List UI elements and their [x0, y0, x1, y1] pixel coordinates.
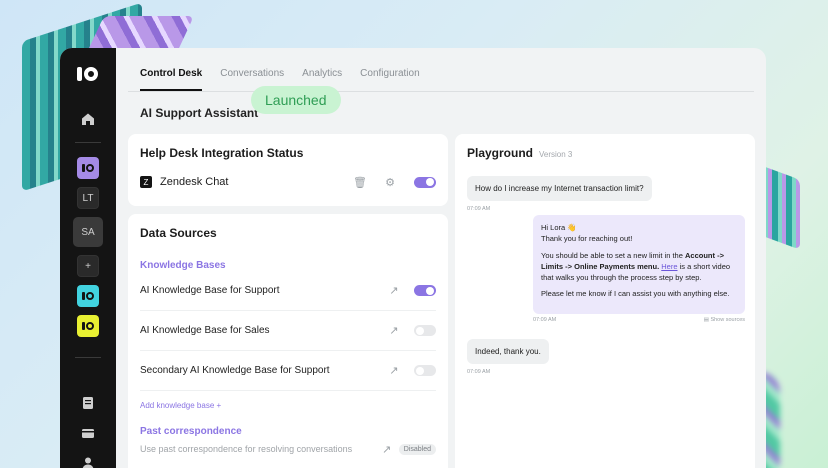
- integration-row: Z Zendesk Chat 🗑 ⚙: [140, 176, 436, 189]
- workspace-logo-yellow[interactable]: [77, 315, 99, 337]
- side-rail: LT SA +: [60, 48, 116, 468]
- user-message: Indeed, thank you.: [467, 339, 549, 365]
- past-correspondence-row: Use past correspondence for resolving co…: [140, 443, 436, 456]
- rail-divider: [75, 142, 101, 143]
- workspace-logo-cyan[interactable]: [77, 285, 99, 307]
- disabled-badge: Disabled: [398, 443, 436, 455]
- rail-bottom: [60, 388, 116, 468]
- integration-name: Zendesk Chat: [160, 176, 229, 188]
- kb-toggle[interactable]: [414, 365, 436, 376]
- playground-title: Playground: [467, 146, 534, 160]
- playground-header: Playground Version 3: [467, 146, 743, 160]
- past-correspondence-heading: Past correspondence: [140, 426, 242, 437]
- zendesk-icon: Z: [140, 176, 152, 188]
- list-item: AI Knowledge Base for Support ↗: [140, 271, 436, 311]
- message-timestamp: 07:09 AM: [467, 206, 491, 212]
- workspace-sa[interactable]: SA: [73, 217, 103, 247]
- kb-label: AI Knowledge Base for Sales: [140, 325, 270, 336]
- home-icon[interactable]: [81, 112, 95, 126]
- list-item: AI Knowledge Base for Sales ↗: [140, 311, 436, 351]
- workspace-lt[interactable]: LT: [77, 187, 99, 209]
- external-link-icon[interactable]: ↗: [388, 325, 400, 337]
- user-icon[interactable]: [81, 456, 95, 468]
- show-sources-button[interactable]: ▤ Show sources: [704, 317, 745, 323]
- external-link-icon[interactable]: ↗: [381, 443, 393, 456]
- video-link[interactable]: Here: [661, 262, 677, 271]
- tab-bar: Control Desk Conversations Analytics Con…: [128, 48, 754, 92]
- card-icon[interactable]: [81, 426, 95, 440]
- tab-control-desk[interactable]: Control Desk: [140, 68, 203, 91]
- integration-card: Help Desk Integration Status Z Zendesk C…: [128, 134, 448, 206]
- kb-label: Secondary AI Knowledge Base for Support: [140, 365, 330, 376]
- integration-toggle[interactable]: [414, 176, 436, 188]
- external-link-icon[interactable]: ↗: [388, 365, 400, 377]
- add-knowledge-base-button[interactable]: Add knowledge base +: [140, 401, 436, 410]
- add-workspace-button[interactable]: +: [77, 255, 99, 277]
- rail-divider: [75, 357, 101, 358]
- message-timestamp: 07:09 AM: [467, 369, 491, 376]
- playground-card: Playground Version 3 How do I increase m…: [455, 134, 755, 468]
- kb-toggle[interactable]: [414, 285, 436, 296]
- app-logo[interactable]: [77, 66, 99, 82]
- version-label: Version 3: [539, 150, 573, 159]
- past-correspondence-desc: Use past correspondence for resolving co…: [140, 444, 353, 454]
- message-timestamp: 07:09 AM: [533, 317, 557, 324]
- bot-greeting: Hi Lora 👋 Thank you for reaching out!: [541, 223, 633, 243]
- trash-icon[interactable]: 🗑: [353, 176, 367, 189]
- kb-label: AI Knowledge Base for Support: [140, 285, 280, 296]
- integration-title: Help Desk Integration Status: [140, 146, 304, 160]
- document-icon[interactable]: [81, 396, 95, 410]
- data-sources-card: Data Sources Knowledge Bases AI Knowledg…: [128, 214, 448, 468]
- tab-configuration[interactable]: Configuration: [360, 68, 419, 91]
- bot-closing: Please let me know if I can assist you w…: [541, 289, 730, 299]
- page-title: AI Support Assistant: [140, 106, 259, 120]
- list-item: Secondary AI Knowledge Base for Support …: [140, 351, 436, 391]
- bot-message: Hi Lora 👋 Thank you for reaching out! You…: [533, 215, 745, 315]
- workspace-logo-purple[interactable]: [77, 157, 99, 179]
- app-window: LT SA + Control Desk Conversations Analy…: [60, 48, 766, 468]
- knowledge-bases-heading: Knowledge Bases: [140, 260, 226, 271]
- external-link-icon[interactable]: ↗: [388, 285, 400, 297]
- user-message: How do I increase my Internet transactio…: [467, 176, 652, 201]
- status-badge: Launched: [251, 86, 341, 114]
- main-area: Control Desk Conversations Analytics Con…: [116, 48, 766, 468]
- kb-toggle[interactable]: [414, 325, 436, 336]
- bot-message-meta: 07:09 AM ▤ Show sources: [533, 317, 745, 323]
- bot-instructions: You should be able to set a new limit in…: [541, 250, 731, 282]
- gear-icon[interactable]: ⚙: [384, 176, 396, 189]
- page-header: AI Support Assistant Launched: [128, 86, 754, 134]
- data-sources-title: Data Sources: [140, 226, 217, 240]
